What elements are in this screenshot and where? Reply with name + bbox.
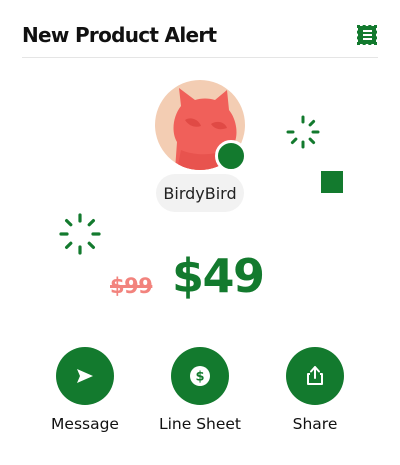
profile-avatar[interactable] [155, 80, 247, 172]
decorative-square [321, 171, 343, 193]
share-button[interactable]: Share [265, 347, 365, 434]
page-title: New Product Alert [22, 23, 217, 47]
dollar-icon: $ [190, 366, 210, 386]
old-price: $99 [110, 274, 153, 298]
hamburger-menu-icon[interactable] [357, 25, 377, 45]
loading-spinner-icon [286, 115, 320, 149]
message-label: Message [51, 415, 119, 433]
loading-spinner-icon [58, 212, 102, 256]
share-label: Share [292, 415, 338, 433]
svg-text:$: $ [195, 370, 204, 385]
send-icon [77, 369, 93, 383]
new-price: $49 [172, 249, 265, 303]
line-sheet-label: Line Sheet [158, 415, 242, 433]
username-pill[interactable]: BirdyBird [156, 174, 244, 212]
online-status-dot [215, 140, 247, 172]
header-divider [22, 57, 378, 58]
message-button[interactable]: Message [35, 347, 135, 434]
header-bar: New Product Alert [22, 22, 378, 48]
line-sheet-button[interactable]: $ Line Sheet [150, 347, 250, 434]
username-label: BirdyBird [163, 183, 237, 203]
share-button-circle[interactable] [286, 347, 344, 405]
message-button-circle[interactable] [56, 347, 114, 405]
share-icon [307, 366, 323, 385]
line-sheet-button-circle[interactable]: $ [171, 347, 229, 405]
